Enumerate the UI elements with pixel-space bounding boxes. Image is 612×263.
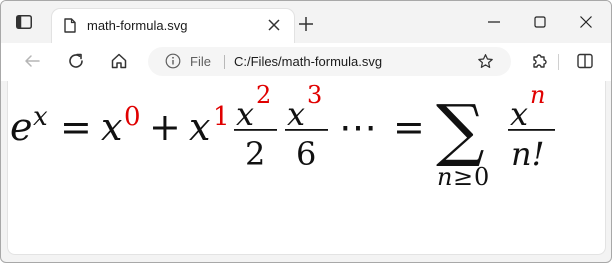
close-icon[interactable] (578, 14, 594, 30)
math-formula: e x = x 0 + x 1 x 2 2 x 3 6 ⋯ = ∑ n ≥ 0 … (10, 81, 555, 191)
formula-dots: ⋯ (339, 105, 377, 149)
fraction-bar (508, 129, 555, 131)
formula-x: x (287, 95, 305, 133)
formula-x: x (236, 95, 254, 133)
formula-exp-n: n (530, 81, 545, 109)
toolbar: File C:/Files/math-formula.svg (1, 43, 611, 81)
formula-x: x (189, 105, 210, 149)
formula-equals: = (60, 105, 92, 149)
puzzle-icon[interactable] (530, 52, 548, 70)
tab-title: math-formula.svg (87, 18, 188, 33)
formula-equals: = (393, 105, 425, 149)
toolbar-separator (558, 54, 559, 70)
info-icon[interactable] (165, 53, 181, 69)
tab-strip: math-formula.svg (1, 1, 611, 43)
formula-exp-1: 1 (213, 102, 230, 132)
maximize-icon[interactable] (532, 14, 548, 30)
formula-exp-3: 3 (307, 81, 322, 109)
scheme-label: File (190, 54, 211, 69)
formula-x-exp: x (33, 102, 48, 132)
tab-active[interactable]: math-formula.svg (52, 9, 294, 43)
home-icon[interactable] (110, 52, 128, 70)
formula-sub-0: 0 (474, 163, 489, 191)
formula-x: x (101, 105, 122, 149)
fraction-bar (234, 129, 277, 131)
page-viewport: e x = x 0 + x 1 x 2 2 x 3 6 ⋯ = ∑ n ≥ 0 … (7, 81, 606, 255)
window-icon[interactable] (16, 15, 32, 29)
formula-den-nfact: n! (511, 135, 544, 173)
formula-exp-0: 0 (124, 102, 141, 132)
formula-plus: + (149, 105, 181, 149)
formula-exp-2: 2 (256, 81, 271, 109)
document-icon (64, 18, 76, 33)
formula-e: e (10, 105, 33, 149)
fraction-bar (285, 129, 328, 131)
formula-x: x (510, 95, 528, 133)
back-arrow-icon[interactable] (23, 52, 41, 70)
address-bar[interactable]: File C:/Files/math-formula.svg (148, 47, 511, 76)
formula-den-6: 6 (296, 135, 316, 173)
url-text[interactable]: C:/Files/math-formula.svg (234, 54, 382, 69)
formula-den-2: 2 (245, 135, 265, 173)
formula-sub-geq: ≥ (453, 163, 473, 191)
browser-window: math-formula.svg File C:/Files/math-form… (0, 0, 612, 263)
address-divider (224, 55, 225, 69)
reload-icon[interactable] (67, 52, 85, 70)
minimize-icon[interactable] (486, 14, 502, 30)
star-icon[interactable] (477, 53, 494, 70)
formula-sum: ∑ (436, 91, 485, 170)
split-screen-icon[interactable] (576, 52, 594, 70)
formula-sub-n: n (437, 163, 452, 191)
close-icon[interactable] (266, 17, 282, 33)
plus-icon[interactable] (298, 16, 314, 32)
